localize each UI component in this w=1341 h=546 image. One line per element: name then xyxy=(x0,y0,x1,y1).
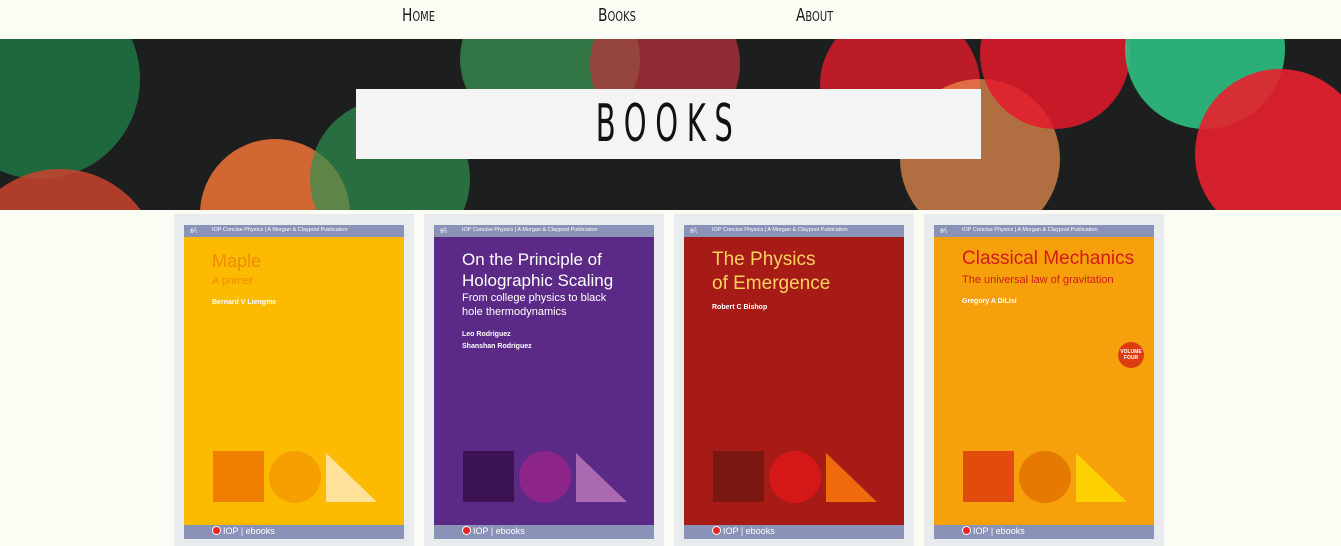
book-card[interactable]: ꜰ⁄ₜ IOP Concise Physics | A Morgan & Cla… xyxy=(174,214,414,546)
iop-dot-icon xyxy=(962,526,971,535)
triangle-shape xyxy=(576,453,627,502)
bokeh-light xyxy=(0,39,140,179)
ebooks-label: IOP | ebooks xyxy=(223,526,275,536)
iop-dot-icon xyxy=(462,526,471,535)
square-shape xyxy=(213,451,264,502)
square-shape xyxy=(713,451,764,502)
iop-logo-icon: ꜰ⁄ₜ xyxy=(690,226,698,235)
book-subtitle: A primer xyxy=(212,275,253,287)
triangle-shape xyxy=(826,453,877,502)
series-label: IOP Concise Physics | A Morgan & Claypoo… xyxy=(212,227,348,233)
series-strip: ꜰ⁄ₜ IOP Concise Physics | A Morgan & Cla… xyxy=(684,225,904,237)
series-strip: ꜰ⁄ₜ IOP Concise Physics | A Morgan & Cla… xyxy=(434,225,654,237)
iop-logo-icon: ꜰ⁄ₜ xyxy=(190,226,198,235)
book-cover: ꜰ⁄ₜ IOP Concise Physics | A Morgan & Cla… xyxy=(934,225,1154,539)
nav-home-link[interactable]: Home xyxy=(402,5,435,26)
hero-banner: BOOKS xyxy=(0,39,1341,210)
circle-shape xyxy=(1019,451,1071,503)
series-label: IOP Concise Physics | A Morgan & Claypoo… xyxy=(462,227,598,233)
hero-title-box: BOOKS xyxy=(356,89,981,159)
square-shape xyxy=(963,451,1014,502)
ebooks-footer: IOP | ebooks xyxy=(184,525,404,539)
iop-dot-icon xyxy=(212,526,221,535)
ebooks-footer: IOP | ebooks xyxy=(684,525,904,539)
book-authors: Robert C Bishop xyxy=(712,304,768,311)
book-authors: Gregory A DiLisi xyxy=(962,298,1017,305)
book-card[interactable]: ꜰ⁄ₜ IOP Concise Physics | A Morgan & Cla… xyxy=(424,214,664,546)
series-strip: ꜰ⁄ₜ IOP Concise Physics | A Morgan & Cla… xyxy=(184,225,404,237)
ebooks-label: IOP | ebooks xyxy=(973,526,1025,536)
book-card[interactable]: ꜰ⁄ₜ IOP Concise Physics | A Morgan & Cla… xyxy=(924,214,1164,546)
book-authors: Leo Rodriguez Shanshan Rodriguez xyxy=(462,331,532,350)
book-card[interactable]: ꜰ⁄ₜ IOP Concise Physics | A Morgan & Cla… xyxy=(674,214,914,546)
book-cover: ꜰ⁄ₜ IOP Concise Physics | A Morgan & Cla… xyxy=(184,225,404,539)
ebooks-label: IOP | ebooks xyxy=(473,526,525,536)
triangle-shape xyxy=(326,453,377,502)
book-subtitle: From college physics to black hole therm… xyxy=(462,292,607,318)
square-shape xyxy=(463,451,514,502)
bokeh-light xyxy=(0,169,160,210)
ebooks-footer: IOP | ebooks xyxy=(434,525,654,539)
nav-about-link[interactable]: About xyxy=(796,5,833,26)
circle-shape xyxy=(769,451,821,503)
volume-badge: VOLUME FOUR xyxy=(1118,342,1144,368)
book-cover: ꜰ⁄ₜ IOP Concise Physics | A Morgan & Cla… xyxy=(434,225,654,539)
ebooks-footer: IOP | ebooks xyxy=(934,525,1154,539)
book-authors: Bernard V Liengme xyxy=(212,299,277,306)
circle-shape xyxy=(519,451,571,503)
top-nav: Home Books About xyxy=(0,0,1341,39)
circle-shape xyxy=(269,451,321,503)
triangle-shape xyxy=(1076,453,1127,502)
ebooks-label: IOP | ebooks xyxy=(723,526,775,536)
book-title: Maple xyxy=(212,251,262,271)
book-cover: ꜰ⁄ₜ IOP Concise Physics | A Morgan & Cla… xyxy=(684,225,904,539)
book-title: The Physics of Emergence xyxy=(712,249,831,294)
page-title: BOOKS xyxy=(595,94,742,154)
series-strip: ꜰ⁄ₜ IOP Concise Physics | A Morgan & Cla… xyxy=(934,225,1154,237)
iop-logo-icon: ꜰ⁄ₜ xyxy=(440,226,448,235)
book-title: Classical Mechanics xyxy=(962,248,1135,269)
book-title: On the Principle of Holographic Scaling xyxy=(462,250,614,290)
series-label: IOP Concise Physics | A Morgan & Claypoo… xyxy=(712,227,848,233)
book-subtitle: The universal law of gravitation xyxy=(962,274,1114,286)
nav-books-link[interactable]: Books xyxy=(598,5,636,26)
series-label: IOP Concise Physics | A Morgan & Claypoo… xyxy=(962,227,1098,233)
iop-dot-icon xyxy=(712,526,721,535)
iop-logo-icon: ꜰ⁄ₜ xyxy=(940,226,948,235)
